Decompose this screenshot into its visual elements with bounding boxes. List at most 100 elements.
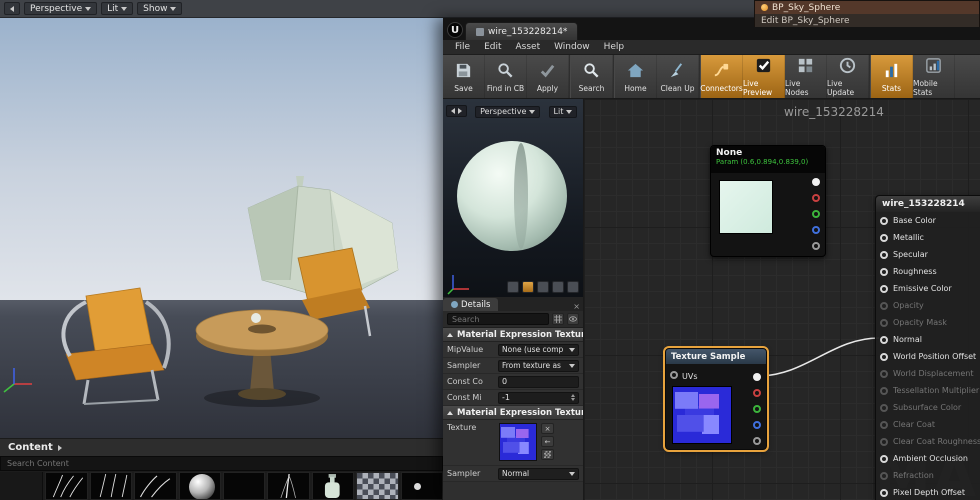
mipvalue-dropdown[interactable]: None (use comp: [498, 343, 579, 356]
asset-thumbnail[interactable]: [356, 472, 399, 500]
mesh-shape-button[interactable]: [567, 281, 579, 293]
material-result-node[interactable]: wire_153228214 Base Color Metallic Specu…: [875, 195, 980, 500]
property-label: MipValue: [447, 345, 484, 354]
home-button[interactable]: Home: [615, 55, 657, 98]
level-viewport[interactable]: [0, 18, 443, 438]
editor-tab[interactable]: wire_153228214*: [465, 22, 579, 40]
details-tab[interactable]: Details: [443, 298, 499, 311]
material-pin-clear-coat[interactable]: Clear Coat: [876, 416, 980, 433]
preview-perspective-dropdown[interactable]: Perspective: [475, 105, 541, 118]
preview-lit-dropdown[interactable]: Lit: [548, 105, 578, 118]
find-in-cb-button[interactable]: Find in CB: [485, 55, 527, 98]
menu-window[interactable]: Window: [554, 42, 590, 52]
section-header-texture-base[interactable]: Material Expression Texture B: [443, 406, 583, 420]
plane-shape-button[interactable]: [537, 281, 549, 293]
clear-texture-button[interactable]: [541, 423, 554, 434]
menu-edit[interactable]: Edit: [484, 42, 501, 52]
texture-thumbnail[interactable]: [499, 423, 537, 461]
menu-item-edit-bp-sky-sphere[interactable]: Edit BP_Sky_Sphere: [755, 14, 979, 27]
asset-thumbnail[interactable]: [134, 472, 177, 500]
sphere-shape-button[interactable]: [522, 281, 534, 293]
clean-up-button[interactable]: Clean Up: [657, 55, 699, 98]
connectors-button[interactable]: Connectors: [700, 55, 743, 98]
mobile-stats-button[interactable]: Mobile Stats: [913, 55, 955, 98]
perspective-dropdown[interactable]: Perspective: [24, 2, 98, 15]
material-pin-metallic[interactable]: Metallic: [876, 229, 980, 246]
mobile-stats-icon: [924, 56, 943, 77]
asset-thumbnail[interactable]: [89, 472, 133, 500]
material-pin-ambient-occlusion[interactable]: Ambient Occlusion: [876, 450, 980, 467]
cylinder-shape-button[interactable]: [507, 281, 519, 293]
content-search-input[interactable]: [0, 456, 443, 471]
live-preview-button[interactable]: Live Preview: [743, 55, 785, 98]
dropdown-value: Normal: [502, 469, 530, 478]
sampler-source-dropdown[interactable]: From texture as: [498, 359, 579, 372]
const-coord-input[interactable]: 0: [498, 375, 579, 388]
preview-collapse-button[interactable]: [446, 105, 467, 117]
filter-grid-icon[interactable]: [552, 313, 564, 325]
menu-asset[interactable]: Asset: [516, 42, 541, 52]
apply-button[interactable]: Apply: [527, 55, 569, 98]
texture-output-pin-a[interactable]: [753, 437, 761, 445]
spinner-arrows[interactable]: [571, 394, 575, 401]
const-mip-input[interactable]: -1: [498, 391, 579, 404]
sources-panel[interactable]: [0, 472, 44, 500]
material-pin-roughness[interactable]: Roughness: [876, 263, 980, 280]
asset-thumbnail[interactable]: [45, 472, 88, 500]
material-pin-base-color[interactable]: Base Color: [876, 212, 980, 229]
asset-thumbnail[interactable]: [400, 472, 443, 500]
sampler-type-dropdown[interactable]: Normal: [498, 467, 579, 480]
param-output-pin-b[interactable]: [812, 226, 820, 234]
param-output-pin-rgba[interactable]: [812, 178, 820, 186]
texture-output-pin-r[interactable]: [753, 389, 761, 397]
texture-output-pin-rgb[interactable]: [753, 373, 761, 381]
details-search-input[interactable]: [447, 313, 549, 325]
material-pin-normal[interactable]: Normal: [876, 331, 980, 348]
material-preview-viewport[interactable]: Perspective Lit: [443, 99, 584, 297]
texture-sample-node[interactable]: Texture Sample UVs: [663, 346, 769, 452]
lit-dropdown[interactable]: Lit: [101, 2, 134, 15]
material-pin-specular[interactable]: Specular: [876, 246, 980, 263]
cube-shape-button[interactable]: [552, 281, 564, 293]
menu-file[interactable]: File: [455, 42, 470, 52]
uvs-input-pin[interactable]: [670, 371, 678, 379]
material-pin-clear-coat-roughness[interactable]: Clear Coat Roughness: [876, 433, 980, 450]
material-pin-emissive-color[interactable]: Emissive Color: [876, 280, 980, 297]
menu-item-bp-sky-sphere[interactable]: BP_Sky_Sphere: [755, 1, 979, 14]
material-pin-opacity-mask[interactable]: Opacity Mask: [876, 314, 980, 331]
material-graph-canvas[interactable]: wire_153228214 MA None Param (0.6,0.894,…: [584, 99, 980, 500]
asset-thumbnail[interactable]: [222, 472, 266, 500]
section-header-texture-sample[interactable]: Material Expression Texture S: [443, 328, 583, 342]
material-pin-subsurface-color[interactable]: Subsurface Color: [876, 399, 980, 416]
material-pin-pixel-depth-offset[interactable]: Pixel Depth Offset: [876, 484, 980, 500]
save-button[interactable]: Save: [443, 55, 485, 98]
material-pin-opacity[interactable]: Opacity: [876, 297, 980, 314]
param-node[interactable]: None Param (0.6,0.894,0.839,0): [710, 145, 826, 257]
texture-output-pin-b[interactable]: [753, 421, 761, 429]
param-output-pin-a[interactable]: [812, 242, 820, 250]
material-pin-tessellation-multiplier[interactable]: Tessellation Multiplier: [876, 382, 980, 399]
eye-icon[interactable]: [567, 313, 579, 325]
content-bar[interactable]: Content: [0, 438, 443, 456]
param-output-pin-r[interactable]: [812, 194, 820, 202]
menu-item-label: Edit BP_Sky_Sphere: [761, 15, 850, 26]
live-update-button[interactable]: Live Update: [827, 55, 869, 98]
asset-thumbnail[interactable]: [178, 472, 221, 500]
show-dropdown[interactable]: Show: [137, 2, 183, 15]
stats-button[interactable]: Stats: [871, 55, 913, 98]
param-output-pin-g[interactable]: [812, 210, 820, 218]
pin-circle: [880, 250, 888, 259]
browse-texture-button[interactable]: [541, 449, 554, 460]
asset-thumbnail[interactable]: [267, 472, 310, 500]
viewport-options-button[interactable]: [4, 2, 20, 15]
close-icon[interactable]: [573, 302, 580, 311]
material-pin-world-position-offset[interactable]: World Position Offset: [876, 348, 980, 365]
texture-output-pin-g[interactable]: [753, 405, 761, 413]
menu-help[interactable]: Help: [604, 42, 625, 52]
material-pin-refraction[interactable]: Refraction: [876, 467, 980, 484]
material-pin-world-displacement[interactable]: World Displacement: [876, 365, 980, 382]
use-selected-button[interactable]: [541, 436, 554, 447]
search-button[interactable]: Search: [571, 55, 613, 98]
asset-thumbnail[interactable]: [311, 472, 355, 500]
live-nodes-button[interactable]: Live Nodes: [785, 55, 827, 98]
